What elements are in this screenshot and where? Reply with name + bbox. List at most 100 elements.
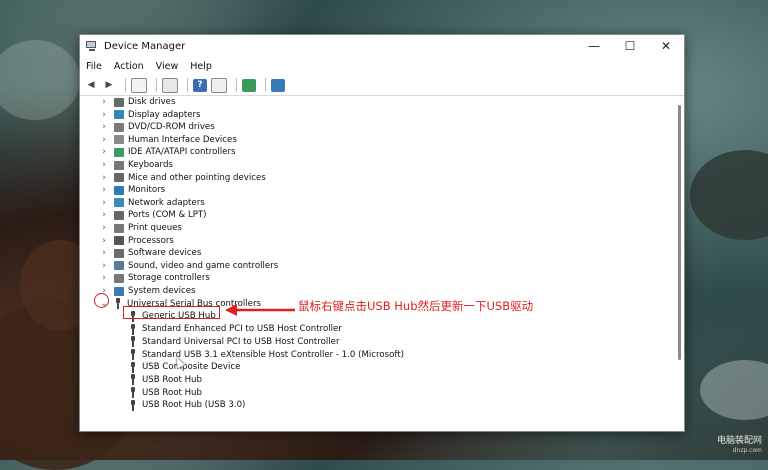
tree-category[interactable]: › Processors bbox=[100, 235, 174, 247]
chevron-right-icon[interactable]: › bbox=[100, 160, 108, 170]
tree-category-label: Print queues bbox=[128, 223, 182, 233]
tree-category[interactable]: › DVD/CD-ROM drives bbox=[100, 121, 215, 133]
tree-category[interactable]: › Disk drives bbox=[100, 96, 175, 108]
usb-device-label: USB Root Hub (USB 3.0) bbox=[142, 400, 246, 411]
tree-category[interactable]: › Human Interface Devices bbox=[100, 134, 237, 146]
tree-category[interactable]: › System devices bbox=[100, 285, 195, 297]
tree-category[interactable]: › Ports (COM & LPT) bbox=[100, 209, 206, 221]
window-title: Device Manager bbox=[104, 40, 186, 52]
display-adapter-icon bbox=[114, 110, 124, 120]
chevron-right-icon[interactable]: › bbox=[100, 273, 108, 283]
usb-device-item[interactable]: USB Composite Device bbox=[129, 361, 240, 373]
annotation-arrow bbox=[225, 304, 295, 316]
tree-category-label: IDE ATA/ATAPI controllers bbox=[128, 147, 236, 158]
tree-category[interactable]: › Display adapters bbox=[100, 109, 200, 121]
menu-bar: File Action View Help bbox=[80, 57, 684, 75]
tree-category-label: Software devices bbox=[128, 248, 202, 259]
chevron-right-icon[interactable]: › bbox=[100, 135, 108, 145]
monitor-icon bbox=[114, 185, 124, 195]
toolbar-separator bbox=[236, 78, 237, 92]
processor-icon bbox=[114, 236, 124, 246]
list-icon[interactable] bbox=[162, 77, 178, 93]
mouse-icon bbox=[114, 173, 124, 183]
keyboard-icon bbox=[114, 160, 124, 170]
toolbar: ◀ ▶ ? bbox=[80, 75, 684, 96]
usb-device-label: USB Composite Device bbox=[142, 362, 241, 373]
maximize-button[interactable]: ☐ bbox=[612, 35, 648, 57]
storage-controller-icon bbox=[114, 273, 124, 283]
system-devices-icon bbox=[114, 286, 124, 296]
chevron-right-icon[interactable]: › bbox=[100, 236, 108, 246]
usb-device-label: USB Root Hub bbox=[142, 374, 202, 385]
hid-icon bbox=[114, 135, 124, 145]
usb-device-item[interactable]: Standard USB 3.1 eXtensible Host Control… bbox=[129, 349, 404, 361]
tree-category[interactable]: › Keyboards bbox=[100, 159, 173, 171]
tree-category[interactable]: › Network adapters bbox=[100, 197, 205, 209]
chevron-right-icon[interactable]: › bbox=[100, 261, 108, 271]
tree-category[interactable]: › IDE ATA/ATAPI controllers bbox=[100, 146, 235, 158]
usb-icon bbox=[129, 336, 137, 348]
background-foam bbox=[0, 40, 80, 120]
scan-icon[interactable] bbox=[271, 78, 285, 92]
tree-category[interactable]: › Mice and other pointing devices bbox=[100, 172, 266, 184]
chevron-right-icon[interactable]: › bbox=[100, 147, 108, 157]
chevron-right-icon[interactable]: › bbox=[100, 210, 108, 220]
usb-device-item[interactable]: USB Root Hub bbox=[129, 387, 202, 399]
menu-help[interactable]: Help bbox=[190, 61, 212, 72]
usb-device-item[interactable]: USB Root Hub bbox=[129, 374, 202, 386]
back-icon[interactable]: ◀ bbox=[84, 79, 98, 92]
watermark: 电脑装配网 dnzp.com bbox=[717, 436, 762, 456]
ide-controller-icon bbox=[114, 147, 124, 157]
properties-icon[interactable] bbox=[131, 77, 147, 93]
update-driver-icon[interactable] bbox=[242, 78, 256, 92]
menu-file[interactable]: File bbox=[86, 61, 102, 72]
tree-category-label: Processors bbox=[128, 235, 174, 246]
help-icon[interactable]: ? bbox=[193, 78, 207, 92]
ports-icon bbox=[114, 210, 124, 220]
usb-device-item[interactable]: Standard Enhanced PCI to USB Host Contro… bbox=[129, 323, 342, 335]
tree-category[interactable]: › Monitors bbox=[100, 184, 165, 196]
tree-category[interactable]: › Print queues bbox=[100, 222, 182, 234]
tree-category-label: Monitors bbox=[128, 185, 166, 196]
chevron-right-icon[interactable]: › bbox=[100, 173, 108, 183]
software-device-icon bbox=[114, 248, 124, 258]
usb-icon bbox=[129, 374, 137, 386]
forward-icon[interactable]: ▶ bbox=[102, 79, 116, 92]
close-button[interactable]: ✕ bbox=[648, 35, 684, 57]
toolbar-separator bbox=[265, 78, 266, 92]
usb-device-label: Standard Universal PCI to USB Host Contr… bbox=[142, 336, 340, 347]
chevron-right-icon[interactable]: › bbox=[100, 198, 108, 208]
background-rock bbox=[690, 150, 768, 240]
chevron-right-icon[interactable]: › bbox=[100, 248, 108, 258]
chevron-right-icon[interactable]: › bbox=[100, 97, 108, 107]
usb-icon bbox=[129, 387, 137, 399]
disk-drive-icon bbox=[114, 97, 124, 107]
usb-icon bbox=[129, 399, 137, 411]
chevron-right-icon[interactable]: › bbox=[100, 110, 108, 120]
chevron-right-icon[interactable]: › bbox=[100, 122, 108, 132]
menu-action[interactable]: Action bbox=[114, 61, 144, 72]
device-manager-icon bbox=[86, 40, 98, 52]
tree-category[interactable]: › Software devices bbox=[100, 247, 201, 259]
vertical-scrollbar[interactable] bbox=[678, 105, 681, 360]
usb-device-item[interactable]: USB Root Hub (USB 3.0) bbox=[129, 399, 245, 411]
menu-view[interactable]: View bbox=[156, 61, 179, 72]
view-icon[interactable] bbox=[211, 77, 227, 93]
highlight-box bbox=[123, 306, 220, 319]
title-bar: Device Manager — ☐ ✕ bbox=[80, 35, 684, 57]
background-foam bbox=[700, 360, 768, 420]
minimize-button[interactable]: — bbox=[576, 35, 612, 57]
chevron-right-icon[interactable]: › bbox=[100, 185, 108, 195]
toolbar-separator bbox=[187, 78, 188, 92]
usb-device-label: Standard Enhanced PCI to USB Host Contro… bbox=[142, 324, 342, 335]
tree-category-label: DVD/CD-ROM drives bbox=[128, 122, 215, 133]
tree-category-label: Human Interface Devices bbox=[128, 134, 237, 145]
tree-category-label: Sound, video and game controllers bbox=[128, 260, 279, 271]
chevron-right-icon[interactable]: › bbox=[100, 223, 108, 233]
tree-category-label: System devices bbox=[128, 286, 196, 296]
annotation-text: 鼠标右键点击USB Hub然后更新一下USB驱动 bbox=[298, 299, 534, 313]
usb-device-item[interactable]: Standard Universal PCI to USB Host Contr… bbox=[129, 336, 339, 348]
tree-category[interactable]: › Sound, video and game controllers bbox=[100, 260, 278, 272]
tree-category[interactable]: › Storage controllers bbox=[100, 272, 210, 284]
watermark-line1: 电脑装配网 bbox=[716, 436, 762, 446]
